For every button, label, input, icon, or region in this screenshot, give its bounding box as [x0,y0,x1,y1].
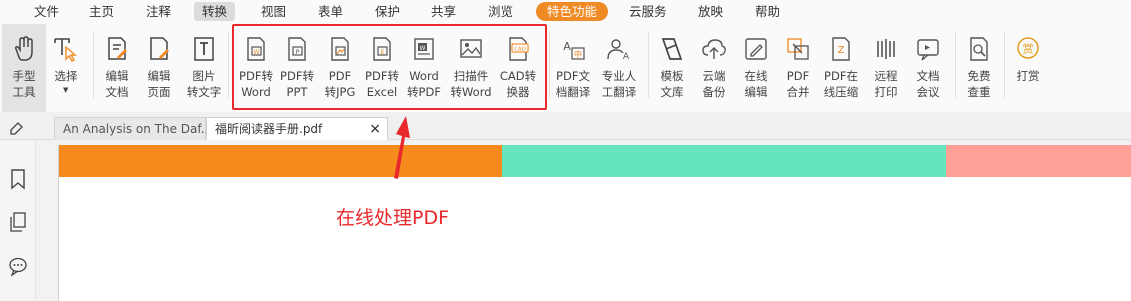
menu-bar: 文件 主页 注释 转换 视图 表单 保护 共享 浏览 特色功能 云服务 放映 帮… [0,0,1131,24]
select-tool-button[interactable]: 选择 ▼ [44,24,88,112]
svg-text:A: A [563,40,571,53]
tool-label: 选择 [54,69,78,83]
cloud-backup-icon [702,39,726,59]
toolbar-divider [1004,32,1005,98]
menu-special-features[interactable]: 特色功能 [536,2,609,21]
annotation-highlight-box [232,24,547,110]
human-translation-icon: A [607,39,630,62]
menu-home[interactable]: 主页 [89,2,114,21]
plagiarism-check-icon [970,37,988,61]
menu-form[interactable]: 表单 [318,2,343,21]
menu-convert[interactable]: 转换 [194,2,236,21]
pdf-translate-icon: A 中 [563,40,585,60]
menu-annotate[interactable]: 注释 [146,2,171,21]
tab-title: An Analysis on The Daf... [63,122,213,136]
tab-title: 福昕阅读器手册.pdf [215,122,323,136]
document-meeting-button[interactable]: 文档 会议 [906,24,950,112]
document-meeting-icon [917,39,939,61]
tool-label: 打赏 [1016,69,1040,83]
image-to-text-icon [194,37,214,61]
menu-slideshow[interactable]: 放映 [698,2,723,21]
tab-analysis-document[interactable]: An Analysis on The Daf... [54,117,212,140]
ribbon-toolbar: 手型 工具 选择 ▼ 编辑 文档 编辑 页面 图片 转文字 W PDF转 Wor… [0,24,1131,112]
svg-text:Z: Z [838,45,845,56]
edit-page-icon [150,37,169,60]
menu-view[interactable]: 视图 [261,2,286,21]
tool-label: 图片 转文字 [186,69,222,99]
document-tab-bar: An Analysis on The Daf... 福昕阅读器手册.pdf × [0,112,1131,140]
human-translation-button[interactable]: A 专业人 工翻译 [597,24,641,112]
menu-help[interactable]: 帮助 [755,2,780,21]
annotation-arrow-icon [394,116,410,179]
pdf-translate-button[interactable]: A 中 PDF文 档翻译 [551,24,595,112]
image-to-text-button[interactable]: 图片 转文字 [182,24,226,112]
pdf-compress-icon: Z [832,37,850,61]
online-edit-icon [745,38,767,60]
menu-browse[interactable]: 浏览 [488,2,513,21]
annotation-label: 在线处理PDF [336,207,450,229]
left-sidebar [0,140,36,301]
edit-page-button[interactable]: 编辑 页面 [137,24,181,112]
eraser-icon[interactable] [7,117,27,137]
chevron-down-icon[interactable]: ▼ [63,86,68,94]
tab-foxit-manual[interactable]: 福昕阅读器手册.pdf × [206,117,388,140]
remote-print-icon [877,39,895,59]
menu-file[interactable]: 文件 [34,2,59,21]
edit-document-icon [108,37,127,60]
template-library-icon [661,38,683,60]
pdf-compress-button[interactable]: Z PDF在 线压缩 [819,24,863,112]
plagiarism-check-button[interactable]: 免费 查重 [957,24,1001,112]
page-header-band-orange [59,145,502,177]
menu-share[interactable]: 共享 [431,2,456,21]
page-header-band-green [502,145,946,177]
pages-icon[interactable] [8,211,28,233]
svg-text:A: A [623,52,630,62]
menu-cloud-service[interactable]: 云服务 [629,2,667,21]
comment-icon[interactable] [8,255,28,277]
reward-icon: 赏 [1017,37,1039,59]
svg-text:中: 中 [574,49,582,59]
menu-protect[interactable]: 保护 [375,2,400,21]
bookmark-icon[interactable] [8,168,28,190]
page-header-band-pink [946,145,1131,177]
reward-button[interactable]: 赏 打赏 [1006,24,1050,112]
svg-text:赏: 赏 [1023,43,1034,56]
select-cursor-icon [54,38,77,62]
pdf-merge-icon [787,38,809,60]
tool-label: 文档 会议 [916,69,940,99]
tool-label: 专业人 工翻译 [601,69,637,99]
hand-icon [15,36,33,61]
tool-label: 免费 查重 [967,69,991,99]
